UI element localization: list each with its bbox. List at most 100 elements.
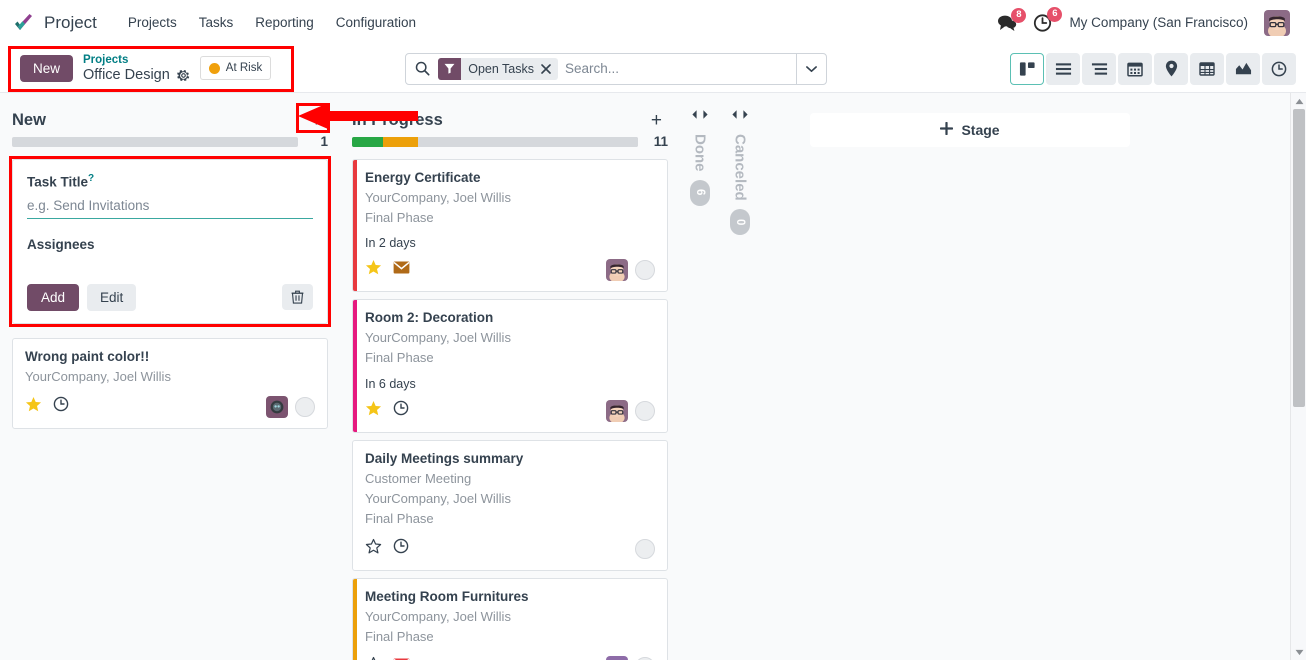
company-switcher[interactable]: My Company (San Francisco) <box>1069 15 1248 30</box>
expand-icon[interactable] <box>731 109 749 120</box>
star-icon[interactable] <box>25 396 42 418</box>
kanban-card[interactable]: Room 2: Decoration YourCompany, Joel Wil… <box>352 299 668 433</box>
card-footer-right <box>635 538 655 559</box>
envelope-icon[interactable] <box>393 261 410 279</box>
progress-segment-green[interactable] <box>352 136 384 147</box>
view-list[interactable] <box>1046 52 1080 85</box>
card-footer-right <box>606 399 655 422</box>
avatar[interactable] <box>606 399 628 422</box>
expand-icon[interactable] <box>691 109 709 120</box>
scroll-down-arrow-icon[interactable] <box>1291 644 1306 660</box>
menu-projects[interactable]: Projects <box>117 9 188 36</box>
column-title: Done <box>691 134 709 172</box>
card-color-stripe <box>353 578 357 660</box>
card-footer <box>25 395 315 418</box>
kanban-card[interactable]: Wrong paint color!! YourCompany, Joel Wi… <box>12 337 328 429</box>
card-deadline: In 2 days <box>365 236 416 251</box>
view-activity[interactable] <box>1082 52 1116 85</box>
star-icon[interactable] <box>365 400 382 422</box>
task-title-input[interactable] <box>27 195 313 219</box>
search-facet-open-tasks[interactable]: Open Tasks <box>438 57 558 80</box>
column-count[interactable]: 11 <box>648 134 668 149</box>
close-icon[interactable] <box>539 63 558 74</box>
menu-configuration[interactable]: Configuration <box>325 9 427 36</box>
kanban-column-done-folded[interactable]: Done 6 <box>680 101 720 660</box>
breadcrumb-parent[interactable]: Projects <box>83 54 190 67</box>
kanban-card[interactable]: Daily Meetings summary Customer Meeting … <box>352 439 668 571</box>
card-color-stripe <box>353 160 357 292</box>
kanban-column-new: New + 1 Task Title? Assignees Add <box>0 101 340 660</box>
search-input[interactable] <box>565 53 797 84</box>
scrollbar-thumb[interactable] <box>1293 109 1305 407</box>
main-menu: Projects Tasks Reporting Configuration <box>117 9 427 36</box>
kanban-column-canceled-folded[interactable]: Canceled 0 <box>720 101 760 660</box>
search-icon <box>406 61 438 76</box>
star-icon[interactable] <box>365 259 382 281</box>
quick-create-actions: Add Edit <box>27 283 313 311</box>
new-button[interactable]: New <box>20 54 74 82</box>
card-color-stripe <box>353 300 357 432</box>
card-partner: YourCompany, Joel Willis <box>365 608 511 624</box>
navbar-right: 8 6 My Company (San Francisco) <box>997 6 1296 36</box>
avatar[interactable] <box>606 656 628 660</box>
avatar-placeholder[interactable] <box>295 396 315 417</box>
card-title: Daily Meetings summary <box>365 450 524 466</box>
card-footer <box>365 399 655 422</box>
avatar-placeholder[interactable] <box>635 400 655 421</box>
avatar[interactable] <box>266 395 288 418</box>
vertical-scrollbar[interactable] <box>1290 93 1306 660</box>
star-icon[interactable] <box>365 538 382 560</box>
view-pivot[interactable] <box>1190 52 1224 85</box>
messages-button[interactable]: 8 <box>997 7 1027 32</box>
view-timesheet[interactable] <box>1262 52 1296 85</box>
column-subheader: 11 <box>352 134 668 159</box>
column-add-card-button[interactable]: + <box>295 103 330 133</box>
scroll-up-arrow-icon[interactable] <box>1291 93 1306 109</box>
plus-icon <box>940 121 954 138</box>
card-footer-right <box>606 656 655 660</box>
messages-badge: 8 <box>1011 7 1027 23</box>
card-title: Meeting Room Furnitures <box>365 588 529 604</box>
star-icon[interactable] <box>365 656 382 660</box>
avatar[interactable] <box>606 259 628 282</box>
avatar[interactable] <box>1264 9 1290 36</box>
column-progressbar[interactable] <box>352 136 638 147</box>
menu-reporting[interactable]: Reporting <box>244 9 325 36</box>
view-graph[interactable] <box>1226 52 1260 85</box>
view-calendar[interactable] <box>1118 52 1152 85</box>
help-icon[interactable]: ? <box>88 173 94 184</box>
discard-button[interactable] <box>282 284 313 310</box>
add-stage-button[interactable]: Stage <box>810 113 1130 147</box>
kanban-column-in-progress: In Progress + 11 Energy Certificate Your… <box>340 101 680 660</box>
view-map[interactable] <box>1154 52 1188 85</box>
menu-tasks[interactable]: Tasks <box>188 9 245 36</box>
search-bar[interactable]: Open Tasks <box>405 52 828 85</box>
status-badge[interactable]: At Risk <box>199 56 272 81</box>
clock-icon[interactable] <box>393 400 409 421</box>
gear-icon[interactable] <box>177 69 190 82</box>
add-button[interactable]: Add <box>27 283 80 311</box>
column-header-in-progress: In Progress + <box>352 101 668 134</box>
column-add-card-button[interactable]: + <box>645 109 668 132</box>
column-count[interactable]: 1 <box>308 134 328 149</box>
avatar-placeholder[interactable] <box>635 260 655 281</box>
card-milestone: Final Phase <box>365 210 434 226</box>
view-kanban[interactable] <box>1010 52 1044 85</box>
clock-icon[interactable] <box>53 396 69 417</box>
activities-button[interactable]: 6 <box>1033 6 1063 33</box>
kanban-card[interactable]: Meeting Room Furnitures YourCompany, Joe… <box>352 577 668 660</box>
column-subheader: 1 <box>12 134 328 159</box>
app-name[interactable]: Project <box>44 13 97 33</box>
avatar-placeholder[interactable] <box>635 538 655 559</box>
progress-segment-orange[interactable] <box>383 136 418 147</box>
top-navbar: Project Projects Tasks Reporting Configu… <box>0 0 1306 45</box>
breadcrumb: New Projects Office Design At Risk <box>8 45 294 92</box>
odoo-check-logo[interactable] <box>12 11 36 35</box>
column-progressbar[interactable] <box>12 136 298 147</box>
edit-button[interactable]: Edit <box>87 283 137 311</box>
card-title: Wrong paint color!! <box>25 348 150 364</box>
kanban-card[interactable]: Energy Certificate YourCompany, Joel Wil… <box>352 159 668 293</box>
clock-icon[interactable] <box>393 538 409 559</box>
card-partner: YourCompany, Joel Willis <box>365 490 511 506</box>
search-dropdown-toggle[interactable] <box>796 53 826 84</box>
